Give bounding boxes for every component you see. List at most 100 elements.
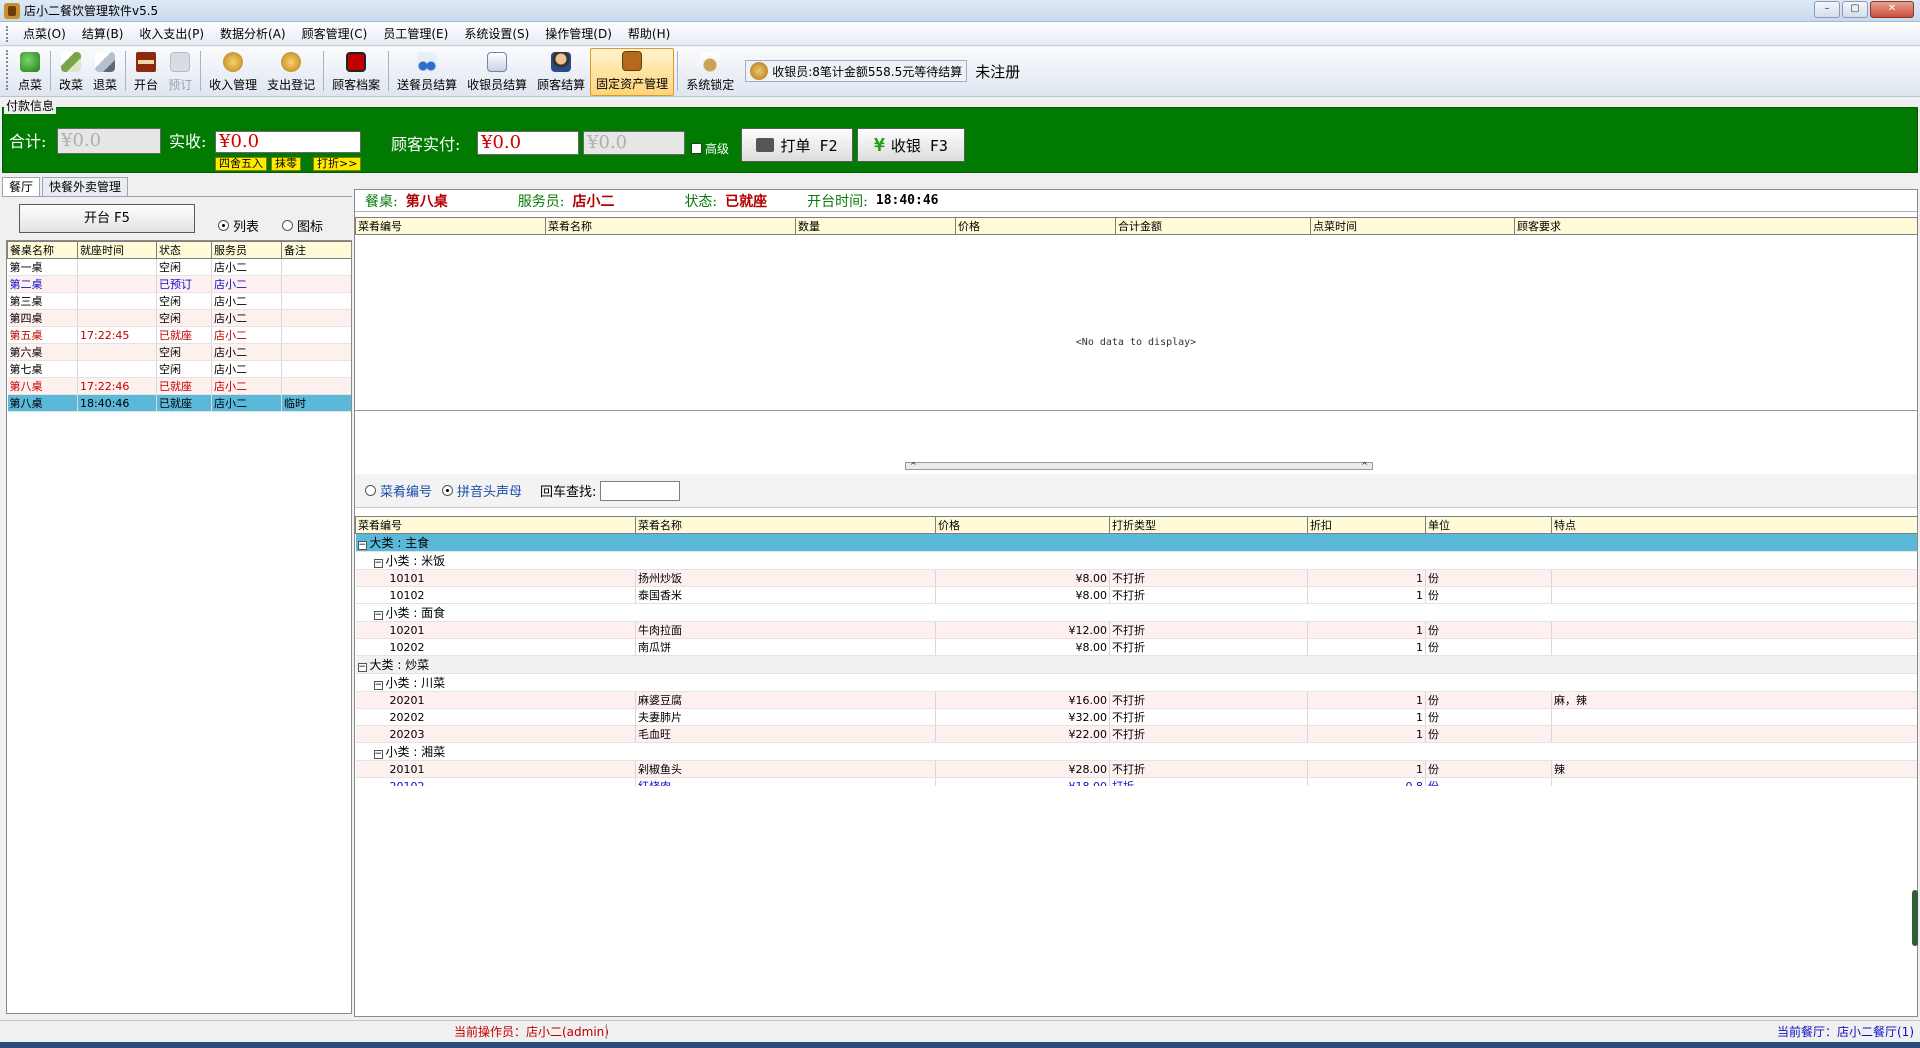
table-row[interactable]: 第一桌 空闲 店小二 (7, 258, 351, 276)
expense-button[interactable]: 支出登记 (262, 48, 320, 96)
dish-row[interactable]: 20102红烧肉¥18.00打折0.8份 (355, 777, 1917, 786)
vertical-scrollbar[interactable] (1912, 890, 1918, 946)
table-row-selected[interactable]: 第八桌 18:40:46 已就座 店小二 临时 (7, 394, 351, 412)
menu-help[interactable]: 帮助(H) (620, 22, 678, 46)
collapse-icon[interactable]: − (373, 559, 383, 568)
cashier-settle-button[interactable]: 收银员结算 (462, 48, 532, 96)
open-table-f5-button[interactable]: 开台 F5 (19, 204, 195, 233)
col-seat-time[interactable]: 就座时间 (77, 241, 157, 259)
dish-row[interactable]: 10102 泰国香米 ¥8.00 不打折 1 份 (355, 586, 1917, 604)
subcategory-row[interactable]: − 小类 : 湘菜 (355, 742, 1917, 761)
col-dish-name[interactable]: 菜肴名称 (545, 217, 796, 235)
col-table-name[interactable]: 餐桌名称 (7, 241, 78, 259)
menu-order[interactable]: 点菜(O) (15, 22, 74, 46)
delivery-settle-button[interactable]: 送餐员结算 (392, 48, 462, 96)
col-quantity[interactable]: 数量 (795, 217, 956, 235)
view-icon-radio[interactable]: 图标 (282, 216, 323, 235)
table-row[interactable]: 第七桌 空闲 店小二 (7, 360, 351, 378)
splitter-handle[interactable]: ^ ^ (905, 462, 1373, 470)
dish-row[interactable]: 10202 南瓜饼 ¥8.00 不打折 1 份 (355, 638, 1917, 656)
income-button[interactable]: 收入管理 (204, 48, 262, 96)
col-discount-type[interactable]: 打折类型 (1109, 516, 1308, 534)
col-feature[interactable]: 特点 (1551, 516, 1917, 534)
round-button[interactable]: 四舍五入 (215, 157, 267, 171)
received-field[interactable]: ¥0.0 (215, 131, 361, 153)
collapse-icon[interactable]: − (373, 681, 383, 690)
money-bag-icon (223, 52, 244, 72)
close-button[interactable]: ✕ (1870, 1, 1914, 18)
customer-archive-button[interactable]: 顾客档案 (327, 48, 385, 96)
category-row[interactable]: − 大类 : 炒菜 (355, 655, 1917, 674)
table-row[interactable]: 第三桌 空闲 店小二 (7, 292, 351, 310)
print-button[interactable]: 打单 F2 (741, 128, 853, 162)
dish-row[interactable]: 20202 夫妻肺片 ¥32.00 不打折 1 份 (355, 708, 1917, 726)
zero-button[interactable]: 抹零 (271, 157, 301, 171)
radio-dot[interactable] (218, 220, 229, 231)
order-button[interactable]: 点菜 (13, 48, 47, 96)
col-waiter[interactable]: 服务员 (211, 241, 282, 259)
col-subtotal[interactable]: 合计金额 (1115, 217, 1311, 235)
collapse-icon[interactable]: − (357, 663, 367, 672)
col-unit[interactable]: 单位 (1425, 516, 1552, 534)
subcategory-row[interactable]: − 小类 : 米饭 (355, 551, 1917, 570)
menu-settle[interactable]: 结算(B) (74, 22, 132, 46)
col-order-time[interactable]: 点菜时间 (1310, 217, 1515, 235)
cashier-notice[interactable]: 收银员:8笔计金额558.5元等待结算 (745, 60, 968, 82)
radio-dot[interactable] (365, 485, 376, 496)
tab-takeout[interactable]: 快餐外卖管理 (42, 177, 129, 196)
discount-button[interactable]: 打折>> (313, 157, 362, 171)
collapse-icon[interactable]: − (373, 611, 383, 620)
return-dish-button[interactable]: 退菜 (88, 48, 122, 96)
radio-dot[interactable] (282, 220, 293, 231)
col-note[interactable]: 备注 (281, 241, 351, 259)
menu-customer[interactable]: 顾客管理(C) (294, 22, 376, 46)
menu-operation[interactable]: 操作管理(D) (537, 22, 620, 46)
checkout-button[interactable]: ¥ 收银 F3 (857, 128, 965, 162)
open-table-button[interactable]: 开台 (129, 48, 163, 96)
maximize-button[interactable]: ▢ (1842, 1, 1868, 18)
table-row[interactable]: 第五桌 17:22:45 已就座 店小二 (7, 326, 351, 344)
col-discount[interactable]: 折扣 (1307, 516, 1426, 534)
customer-settle-button[interactable]: 顾客结算 (532, 48, 590, 96)
dish-row[interactable]: 10201 牛肉拉面 ¥12.00 不打折 1 份 (355, 621, 1917, 639)
dish-row[interactable]: 20201 麻婆豆腐 ¥16.00 不打折 1 份麻，辣 (355, 691, 1917, 709)
col-customer-request[interactable]: 顾客要求 (1514, 217, 1918, 235)
col-dish-name[interactable]: 菜肴名称 (635, 516, 936, 534)
search-by-pinyin-radio[interactable]: 拼音头声母 (442, 481, 522, 500)
checkbox-box[interactable] (691, 143, 702, 154)
menu-staff[interactable]: 员工管理(E) (375, 22, 456, 46)
col-dish-code[interactable]: 菜肴编号 (355, 217, 546, 235)
col-status[interactable]: 状态 (156, 241, 212, 259)
table-row[interactable]: 第八桌 17:22:46 已就座 店小二 (7, 377, 351, 395)
menu-income-expense[interactable]: 收入支出(P) (131, 22, 212, 46)
menu-settings[interactable]: 系统设置(S) (456, 22, 537, 46)
col-price[interactable]: 价格 (935, 516, 1110, 534)
customer-paid-field[interactable]: ¥0.0 (477, 131, 579, 155)
fixed-assets-button[interactable]: 固定资产管理 (590, 48, 675, 96)
search-by-code-radio[interactable]: 菜肴编号 (365, 481, 432, 500)
dish-row[interactable]: 20203 毛血旺 ¥22.00 不打折 1 份 (355, 725, 1917, 743)
search-input[interactable] (600, 480, 681, 501)
subcategory-row[interactable]: − 小类 : 川菜 (355, 673, 1917, 692)
order-info-bar: 餐桌: 第八桌 服务员: 店小二 状态: 已就座 开台时间: 18:40:46 (355, 190, 1917, 212)
dish-row[interactable]: 20101 剁椒鱼头 ¥28.00 不打折 1 份辣 (355, 760, 1917, 778)
minimize-button[interactable]: – (1814, 1, 1840, 18)
table-row[interactable]: 第二桌 已预订 店小二 (7, 275, 351, 293)
advanced-checkbox[interactable]: 高级 (691, 140, 729, 157)
table-row[interactable]: 第六桌 空闲 店小二 (7, 343, 351, 361)
view-list-radio[interactable]: 列表 (218, 216, 259, 235)
collapse-icon[interactable]: − (373, 750, 383, 759)
collapse-icon[interactable]: − (357, 541, 367, 550)
menu-analysis[interactable]: 数据分析(A) (212, 22, 294, 46)
radio-dot[interactable] (442, 485, 454, 496)
dish-row[interactable]: 10101 扬州炒饭 ¥8.00 不打折 1 份 (355, 569, 1917, 587)
change-dish-button[interactable]: 改菜 (54, 48, 88, 96)
system-lock-button[interactable]: 系统锁定 (681, 48, 739, 96)
col-price[interactable]: 价格 (955, 217, 1116, 235)
tab-restaurant[interactable]: 餐厅 (2, 177, 41, 196)
subcategory-row[interactable]: − 小类 : 面食 (355, 603, 1917, 622)
col-dish-code[interactable]: 菜肴编号 (355, 516, 636, 534)
table-row[interactable]: 第四桌 空闲 店小二 (7, 309, 351, 327)
reserve-button[interactable]: 预订 (163, 48, 197, 96)
category-row[interactable]: − 大类 : 主食 (355, 533, 1917, 552)
